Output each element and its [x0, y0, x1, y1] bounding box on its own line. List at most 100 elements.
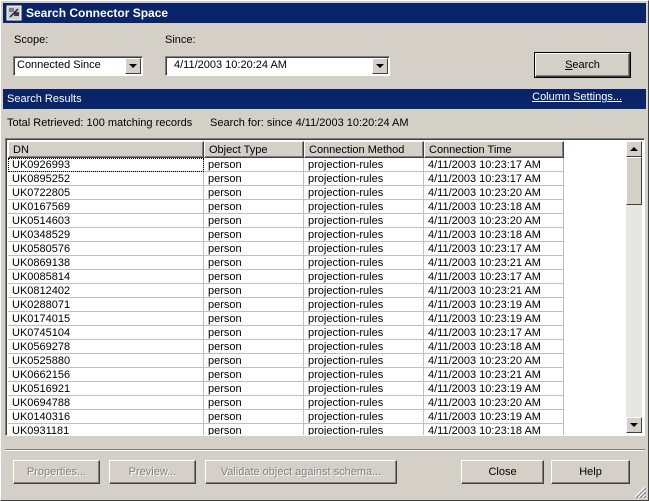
table-cell: 4/11/2003 10:23:21 AM [424, 368, 564, 382]
table-row[interactable]: UK0085814 person projection-rules 4/11/2003… [8, 270, 564, 284]
table-cell: UK0516921 [8, 382, 204, 396]
table-cell: 4/11/2003 10:23:17 AM [424, 158, 564, 172]
table-cell: UK0140316 [8, 410, 204, 424]
table-cell: person [204, 242, 304, 256]
table-cell: 4/11/2003 10:23:18 AM [424, 228, 564, 242]
table-row[interactable]: UK0140316 person projection-rules 4/11/2003… [8, 410, 564, 424]
table-cell: person [204, 396, 304, 410]
table-cell: person [204, 424, 304, 435]
title-bar[interactable]: Search Connector Space [3, 3, 646, 23]
search-button[interactable]: Search [534, 52, 631, 78]
preview-button[interactable]: Preview... [109, 460, 196, 484]
table-row[interactable]: UK0745104 person projection-rules 4/11/2003… [8, 326, 564, 340]
table-cell: person [204, 298, 304, 312]
table-cell: projection-rules [304, 256, 424, 270]
table-cell: projection-rules [304, 158, 424, 172]
since-label: Since: [165, 34, 196, 46]
column-header-connection-method[interactable]: Connection Method [304, 141, 424, 158]
close-button[interactable]: Close [461, 460, 544, 484]
table-row[interactable]: UK0569278 person projection-rules 4/11/2003… [8, 340, 564, 354]
table-cell: person [204, 354, 304, 368]
table-row[interactable]: UK0931181 person projection-rules 4/11/2003… [8, 424, 564, 435]
column-header-object-type[interactable]: Object Type [204, 141, 304, 158]
table-row[interactable]: UK0722805 person projection-rules 4/11/2003… [8, 186, 564, 200]
table-cell: UK0745104 [8, 326, 204, 340]
table-cell: 4/11/2003 10:23:17 AM [424, 242, 564, 256]
table-row[interactable]: UK0812402 person projection-rules 4/11/2003… [8, 284, 564, 298]
table-row[interactable]: UK0694788 person projection-rules 4/11/2003… [8, 396, 564, 410]
results-list[interactable]: DN Object Type Connection Method Connect… [5, 138, 645, 436]
scope-combobox[interactable]: Connected Since [13, 56, 143, 76]
validate-schema-button[interactable]: Validate object against schema... [205, 460, 397, 484]
search-for-text: Search for: since 4/11/2003 10:20:24 AM [210, 117, 409, 129]
table-cell: 4/11/2003 10:23:17 AM [424, 270, 564, 284]
table-cell: 4/11/2003 10:23:19 AM [424, 312, 564, 326]
table-cell: 4/11/2003 10:23:20 AM [424, 354, 564, 368]
table-row[interactable]: UK0514603 person projection-rules 4/11/2003… [8, 214, 564, 228]
since-value: 4/11/2003 10:20:24 AM [174, 59, 287, 71]
table-cell: UK0812402 [8, 284, 204, 298]
table-cell: person [204, 228, 304, 242]
table-cell: UK0580576 [8, 242, 204, 256]
scrollbar-thumb[interactable] [626, 157, 642, 205]
table-cell: 4/11/2003 10:23:20 AM [424, 396, 564, 410]
vertical-scrollbar[interactable] [626, 141, 642, 433]
table-cell: 4/11/2003 10:23:18 AM [424, 200, 564, 214]
table-cell: projection-rules [304, 242, 424, 256]
table-row[interactable]: UK0516921 person projection-rules 4/11/2003… [8, 382, 564, 396]
table-cell: person [204, 256, 304, 270]
table-cell: person [204, 340, 304, 354]
table-cell: 4/11/2003 10:23:21 AM [424, 256, 564, 270]
table-cell: person [204, 200, 304, 214]
table-row[interactable]: UK0926993 person projection-rules 4/11/2003… [8, 158, 564, 172]
table-cell: projection-rules [304, 172, 424, 186]
separator [5, 449, 645, 451]
table-cell: projection-rules [304, 228, 424, 242]
table-cell: UK0288071 [8, 298, 204, 312]
scope-value: Connected Since [17, 59, 101, 71]
search-results-title: Search Results [7, 93, 82, 105]
search-connector-space-window: Search Connector Space Scope: Connected … [0, 0, 649, 501]
search-results-header: Search Results Column Settings... [3, 89, 646, 109]
properties-button[interactable]: Properties... [13, 460, 100, 484]
scroll-down-icon[interactable] [626, 417, 642, 433]
table-row[interactable]: UK0662156 person projection-rules 4/11/2003… [8, 368, 564, 382]
chevron-down-icon[interactable] [125, 58, 141, 74]
since-combobox[interactable]: 4/11/2003 10:20:24 AM [165, 56, 390, 76]
table-cell: UK0525880 [8, 354, 204, 368]
table-row[interactable]: UK0348529 person projection-rules 4/11/2003… [8, 228, 564, 242]
table-row[interactable]: UK0525880 person projection-rules 4/11/2003… [8, 354, 564, 368]
table-row[interactable]: UK0580576 person projection-rules 4/11/2003… [8, 242, 564, 256]
table-cell: projection-rules [304, 326, 424, 340]
window-title: Search Connector Space [26, 6, 169, 20]
scroll-up-icon[interactable] [626, 141, 642, 157]
column-header-connection-time[interactable]: Connection Time [424, 141, 564, 158]
list-rows: UK0926993 person projection-rules 4/11/2003… [8, 158, 564, 435]
table-row[interactable]: UK0167569 person projection-rules 4/11/2003… [8, 200, 564, 214]
table-row[interactable]: UK0174015 person projection-rules 4/11/2003… [8, 312, 564, 326]
table-cell: UK0167569 [8, 200, 204, 214]
table-cell: projection-rules [304, 284, 424, 298]
chevron-down-icon[interactable] [372, 58, 388, 74]
resize-grip-icon[interactable] [634, 486, 646, 498]
table-row[interactable]: UK0288071 person projection-rules 4/11/2003… [8, 298, 564, 312]
column-settings-link[interactable]: Column Settings... [532, 91, 622, 103]
table-cell: UK0895252 [8, 172, 204, 186]
table-cell: person [204, 326, 304, 340]
table-cell: UK0931181 [8, 424, 204, 435]
table-row[interactable]: UK0895252 person projection-rules 4/11/2003… [8, 172, 564, 186]
table-row[interactable]: UK0869138 person projection-rules 4/11/2003… [8, 256, 564, 270]
table-cell: projection-rules [304, 396, 424, 410]
table-cell: projection-rules [304, 186, 424, 200]
table-cell: person [204, 214, 304, 228]
column-header-dn[interactable]: DN [8, 141, 204, 158]
table-cell: person [204, 172, 304, 186]
table-cell: projection-rules [304, 200, 424, 214]
table-cell: 4/11/2003 10:23:19 AM [424, 298, 564, 312]
table-cell: UK0569278 [8, 340, 204, 354]
total-retrieved-text: Total Retrieved: 100 matching records [7, 117, 193, 129]
table-cell: 4/11/2003 10:23:20 AM [424, 186, 564, 200]
table-cell: person [204, 312, 304, 326]
help-button[interactable]: Help [551, 460, 630, 484]
table-cell: 4/11/2003 10:23:18 AM [424, 340, 564, 354]
